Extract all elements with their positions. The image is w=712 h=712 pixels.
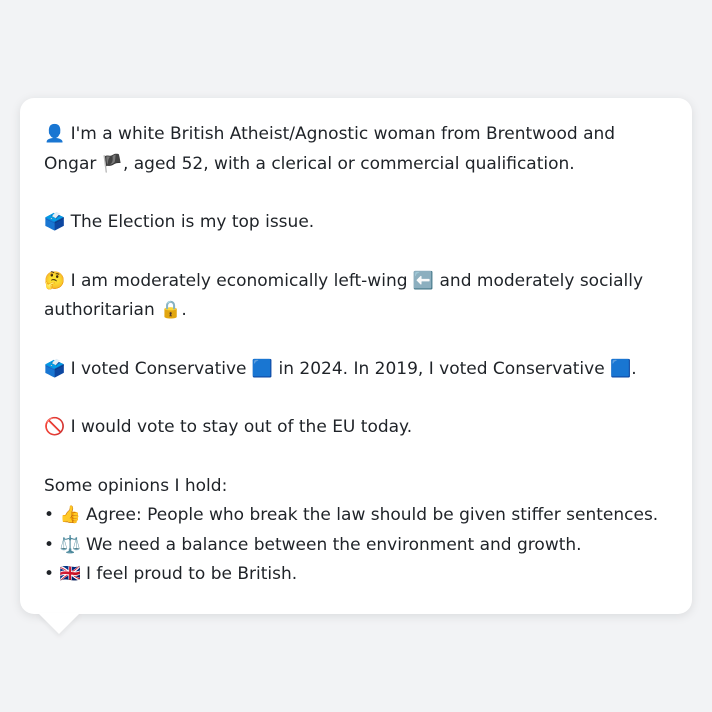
no-entry-icon: 🚫 (44, 417, 66, 437)
list-item: • 👍 Agree: People who break the law shou… (44, 501, 668, 531)
uk-flag-icon: 🇬🇧 (59, 564, 81, 584)
list-item: • 🇬🇧 I feel proud to be British. (44, 560, 668, 590)
message-bubble: 👤 I'm a white British Atheist/Agnostic w… (20, 98, 692, 614)
voting-history: 🗳️ I voted Conservative 🟦 in 2024. In 20… (44, 355, 668, 385)
lock-icon: 🔒 (160, 300, 182, 320)
bullet: • (44, 564, 55, 584)
bubble-tail (38, 613, 80, 634)
person-icon: 👤 (44, 124, 66, 144)
bullet: • (44, 534, 55, 555)
thinking-face-icon: 🤔 (44, 270, 66, 291)
voted-period: . (631, 358, 637, 379)
england-flag-icon: 🏴 (101, 153, 123, 174)
voted-text: I voted Conservative (65, 358, 252, 379)
opinion-text: We need a balance between the environmen… (80, 534, 582, 555)
ballot-box-icon: 🗳️ (44, 212, 66, 232)
blue-square-icon: 🟦 (610, 358, 632, 379)
balance-scale-icon: ⚖️ (59, 534, 81, 555)
voted-text-continued: in 2024. In 2019, I voted Conservative (273, 358, 611, 379)
opinions-heading: Some opinions I hold: (44, 475, 228, 496)
left-arrow-icon: ⬅️ (412, 270, 435, 291)
economic-text: I am moderately economically left-wing (65, 270, 413, 291)
eu-stance: 🚫 I would vote to stay out of the EU tod… (44, 413, 668, 443)
top-issue-text: The Election is my top issue. (65, 212, 315, 232)
ballot-box-icon: 🗳️ (44, 358, 66, 379)
political-compass: 🤔 I am moderately economically left-wing… (44, 267, 668, 326)
intro-text-continued: , aged 52, with a clerical or commercial… (122, 153, 575, 174)
blue-square-icon: 🟦 (251, 358, 274, 379)
profile-intro: 👤 I'm a white British Atheist/Agnostic w… (44, 120, 668, 179)
opinion-text: I feel proud to be British. (80, 564, 298, 584)
eu-text: I would vote to stay out of the EU today… (65, 417, 413, 437)
top-issue: 🗳️ The Election is my top issue. (44, 208, 668, 238)
bullet: • (44, 505, 55, 525)
opinion-text: Agree: People who break the law should b… (80, 505, 659, 525)
list-item: • ⚖️ We need a balance between the envir… (44, 531, 668, 561)
thumbs-up-icon: 👍 (59, 505, 81, 525)
period: . (181, 300, 187, 320)
